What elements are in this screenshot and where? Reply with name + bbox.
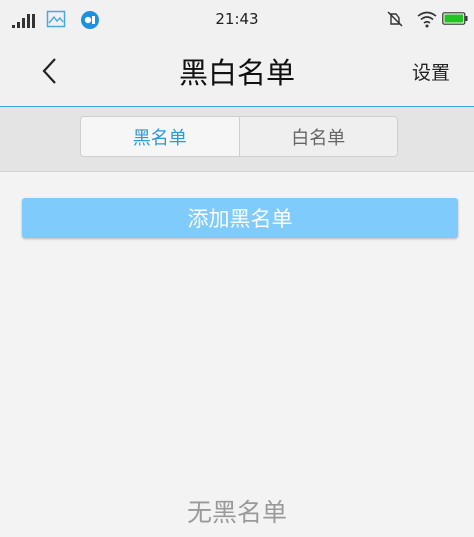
page-title: 黑白名单 [178,56,295,90]
settings-button[interactable]: 设置 [412,58,450,85]
add-blacklist-button[interactable]: 添加黑名单 [22,198,458,238]
status-bar: 21:43 [0,0,474,38]
segment-control: 黑名单 白名单 [80,116,398,157]
tab-area: 黑名单 白名单 [0,107,474,172]
title-bar: 黑白名单 设置 [0,38,474,107]
battery-icon [442,12,468,25]
wifi-icon [417,11,437,28]
chevron-left-icon [42,58,56,84]
tab-whitelist[interactable]: 白名单 [238,117,397,156]
back-button[interactable] [36,54,66,88]
empty-state-text: 无黑名单 [186,498,287,527]
mute-icon [387,11,403,27]
tab-blacklist[interactable]: 黑名单 [81,117,239,156]
